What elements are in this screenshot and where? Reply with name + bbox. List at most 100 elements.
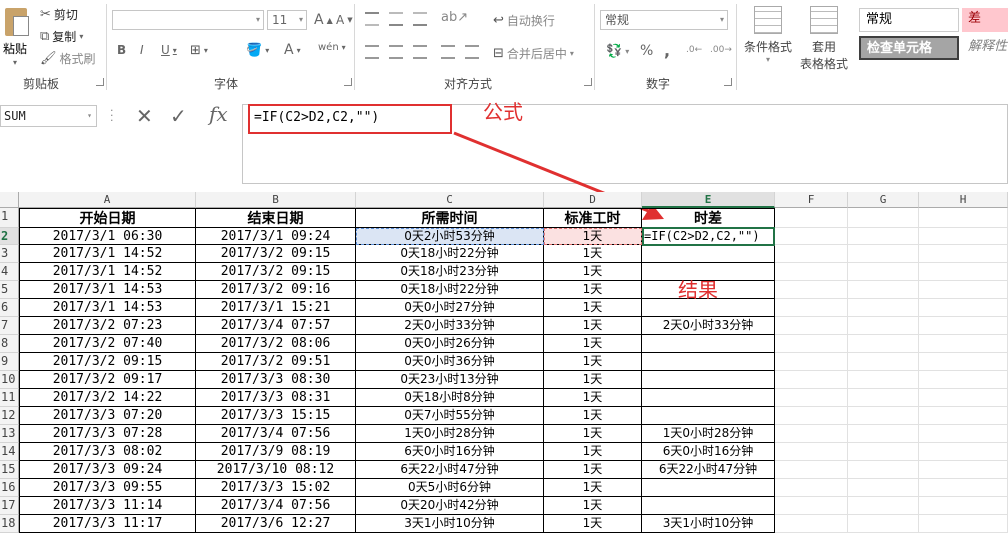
row-header-7[interactable]: 7 (0, 317, 19, 335)
table-cell[interactable]: 0天23小时13分钟 (356, 371, 544, 389)
table-cell[interactable]: 0天5小时6分钟 (356, 479, 544, 497)
table-cell[interactable]: 0天18小时22分钟 (356, 281, 544, 299)
table-cell[interactable] (642, 353, 775, 371)
table-cell[interactable]: 2017/3/9 08:19 (196, 443, 356, 461)
grid-cell[interactable] (919, 425, 1008, 443)
table-cell[interactable]: 2017/3/1 14:52 (19, 263, 196, 281)
table-cell[interactable]: 1天 (544, 371, 642, 389)
column-title-cell[interactable]: 时差 (642, 208, 775, 228)
grid-cell[interactable] (775, 497, 848, 515)
row-header-6[interactable]: 6 (0, 299, 19, 317)
grid-cell[interactable] (775, 317, 848, 335)
column-title-cell[interactable]: 所需时间 (356, 208, 544, 228)
grid-cell[interactable] (848, 299, 919, 317)
table-cell[interactable]: 1天 (544, 497, 642, 515)
table-cell[interactable]: 1天 (544, 515, 642, 533)
table-cell[interactable]: 2017/3/1 15:21 (196, 299, 356, 317)
grid-cell[interactable] (919, 208, 1008, 228)
table-cell[interactable]: 0天20小时42分钟 (356, 497, 544, 515)
table-cell[interactable]: 1天 (544, 443, 642, 461)
table-cell[interactable]: 1天 (544, 245, 642, 263)
table-cell[interactable]: 2017/3/3 09:55 (19, 479, 196, 497)
table-cell[interactable]: 2017/3/3 08:02 (19, 443, 196, 461)
grid-cell[interactable] (775, 443, 848, 461)
grid-cell[interactable] (775, 407, 848, 425)
grid-cell[interactable] (848, 443, 919, 461)
table-cell[interactable]: 2017/3/2 09:15 (196, 263, 356, 281)
table-cell[interactable]: 2天0小时33分钟 (356, 317, 544, 335)
table-cell[interactable]: 6天22小时47分钟 (356, 461, 544, 479)
table-cell[interactable] (642, 371, 775, 389)
table-cell[interactable]: 1天0小时28分钟 (642, 425, 775, 443)
table-cell[interactable]: 2017/3/6 12:27 (196, 515, 356, 533)
grid-cell[interactable] (848, 353, 919, 371)
grid-cell[interactable] (919, 281, 1008, 299)
table-cell[interactable]: 2017/3/3 11:17 (19, 515, 196, 533)
row-header-18[interactable]: 18 (0, 515, 19, 533)
table-cell[interactable]: 1天 (544, 263, 642, 281)
grid-cell[interactable] (775, 461, 848, 479)
table-cell[interactable]: 2天0小时33分钟 (642, 317, 775, 335)
table-cell[interactable]: 1天 (544, 407, 642, 425)
row-header-14[interactable]: 14 (0, 443, 19, 461)
table-cell[interactable]: 0天7小时55分钟 (356, 407, 544, 425)
column-header-a[interactable]: A (19, 192, 196, 208)
row-header-3[interactable]: 3 (0, 245, 19, 263)
grid-cell[interactable] (775, 425, 848, 443)
grid-cell[interactable] (919, 407, 1008, 425)
table-cell[interactable]: 0天18小时8分钟 (356, 389, 544, 407)
grid-cell[interactable] (919, 461, 1008, 479)
table-cell[interactable]: 1天 (544, 353, 642, 371)
table-cell[interactable]: 2017/3/3 08:31 (196, 389, 356, 407)
table-cell[interactable]: 2017/3/3 15:02 (196, 479, 356, 497)
row-header-12[interactable]: 12 (0, 407, 19, 425)
table-cell[interactable]: 2017/3/4 07:56 (196, 497, 356, 515)
grid-cell[interactable] (919, 515, 1008, 533)
column-title-cell[interactable]: 结束日期 (196, 208, 356, 228)
grid-cell[interactable] (848, 263, 919, 281)
grid-cell[interactable] (919, 371, 1008, 389)
row-header-16[interactable]: 16 (0, 479, 19, 497)
table-cell[interactable]: 2017/3/2 09:51 (196, 353, 356, 371)
grid-cell[interactable] (775, 335, 848, 353)
grid-cell[interactable] (848, 479, 919, 497)
table-cell[interactable]: 2017/3/4 07:57 (196, 317, 356, 335)
grid-cell[interactable] (775, 245, 848, 263)
row-header-8[interactable]: 8 (0, 335, 19, 353)
grid-cell[interactable] (848, 228, 919, 245)
grid-cell[interactable] (775, 281, 848, 299)
table-cell[interactable]: 1天 (544, 317, 642, 335)
grid-cell[interactable] (848, 245, 919, 263)
column-title-cell[interactable]: 开始日期 (19, 208, 196, 228)
grid-cell[interactable] (775, 479, 848, 497)
grid-cell[interactable] (919, 317, 1008, 335)
table-cell[interactable]: 2017/3/2 09:15 (19, 353, 196, 371)
row-header-15[interactable]: 15 (0, 461, 19, 479)
table-cell[interactable]: 0天0小时36分钟 (356, 353, 544, 371)
table-cell[interactable]: 1天 (544, 425, 642, 443)
grid-cell[interactable] (848, 389, 919, 407)
grid-cell[interactable] (848, 515, 919, 533)
table-cell[interactable]: 2017/3/3 09:24 (19, 461, 196, 479)
table-cell[interactable]: 1天 (544, 479, 642, 497)
column-header-b[interactable]: B (196, 192, 356, 208)
column-header-e[interactable]: E (642, 192, 775, 208)
grid-cell[interactable] (848, 335, 919, 353)
table-cell[interactable]: 6天0小时16分钟 (642, 443, 775, 461)
table-cell[interactable]: 1天 (544, 299, 642, 317)
grid-cell[interactable] (775, 515, 848, 533)
select-all-corner[interactable] (0, 192, 19, 208)
grid-cell[interactable] (848, 371, 919, 389)
row-header-11[interactable]: 11 (0, 389, 19, 407)
table-cell[interactable]: 2017/3/1 14:53 (19, 281, 196, 299)
table-cell[interactable]: 1天 (544, 389, 642, 407)
table-cell[interactable]: 2017/3/4 07:56 (196, 425, 356, 443)
table-cell[interactable]: 2017/3/2 07:23 (19, 317, 196, 335)
grid-cell[interactable] (848, 407, 919, 425)
grid-cell[interactable] (919, 335, 1008, 353)
row-header-1[interactable]: 1 (0, 208, 19, 228)
grid-cell[interactable] (848, 281, 919, 299)
table-cell[interactable] (642, 497, 775, 515)
table-cell[interactable]: 2017/3/3 11:14 (19, 497, 196, 515)
table-cell[interactable] (642, 389, 775, 407)
